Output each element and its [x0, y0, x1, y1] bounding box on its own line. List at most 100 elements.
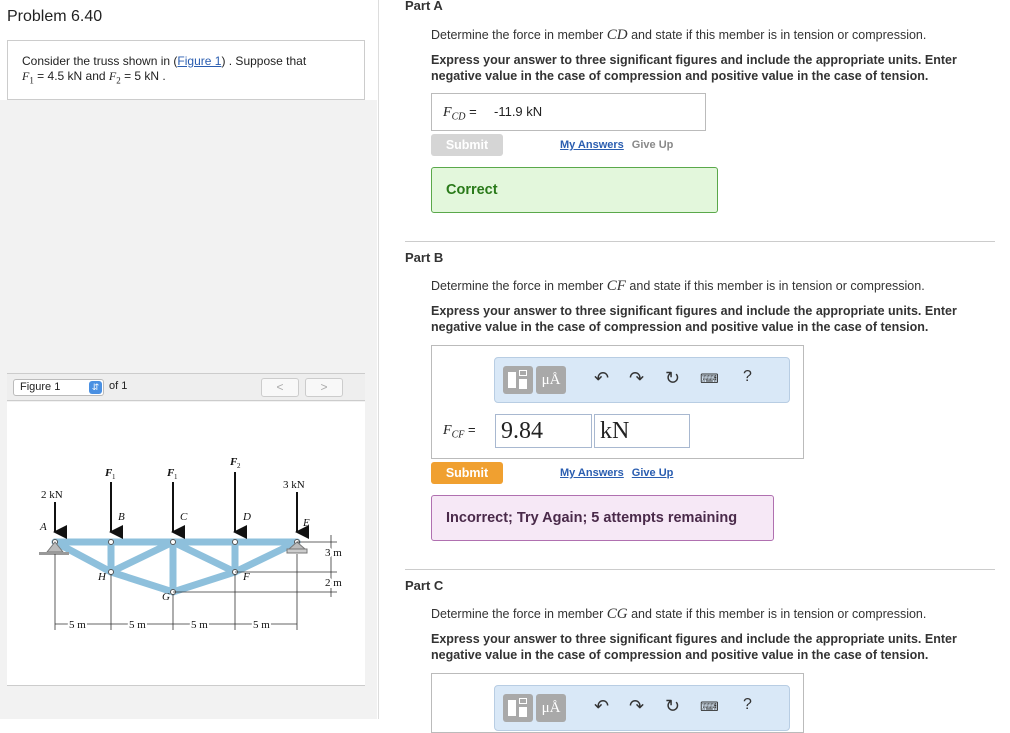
part-a-give-up-link: Give Up [631, 139, 674, 151]
dim-5m-1: 5 m [69, 619, 86, 631]
figure-select-value: Figure 1 [20, 381, 61, 393]
label-sub: CD [451, 111, 466, 123]
label-var: F [443, 423, 452, 438]
prev-figure-button[interactable]: < [261, 378, 299, 397]
figure-link[interactable]: Figure 1 [177, 54, 221, 68]
part-b-math-toolbar: μÅ ↶ ↷ ↻ ⌨ ? [494, 357, 790, 403]
part-a-title: Part A [405, 0, 443, 13]
member-hc [107, 538, 177, 576]
problem-title: Problem 6.40 [7, 8, 103, 25]
node-c: C [180, 511, 188, 523]
part-a-label: FCD = [443, 104, 477, 123]
figure-count: of 1 [109, 380, 128, 392]
truss-members [51, 538, 301, 596]
node-a: A [39, 521, 47, 533]
member-cf [169, 538, 239, 576]
dim-2m: 2 m [325, 577, 342, 589]
f2-value: = 5 kN . [120, 69, 166, 83]
help-icon[interactable]: ? [743, 368, 752, 386]
select-spinner-icon: ⇵ [89, 381, 102, 394]
part-b-value-input[interactable]: 9.84 [495, 414, 592, 448]
node-b: B [118, 511, 125, 523]
undo-icon[interactable]: ↶ [594, 696, 609, 717]
part-a-links: My Answers Give Up [560, 139, 673, 151]
figure-image: 2 kN F 1 F 1 F 2 3 kN A B C D E F G H 5 … [7, 402, 365, 685]
figure-toolbar: Figure 1 ⇵ of 1 < > [7, 373, 365, 401]
part-c-instructions: Express your answer to three significant… [431, 632, 957, 662]
problem-panel: Problem 6.40 Consider the truss shown in… [0, 0, 378, 719]
question-text: Determine the force in member [431, 279, 607, 293]
redo-icon[interactable]: ↷ [629, 696, 644, 717]
node-d: D [242, 511, 251, 523]
member-name: CD [606, 27, 628, 43]
node-h: H [97, 571, 107, 583]
load-f1b-sub: 1 [174, 473, 178, 481]
part-b-instructions: Express your answer to three significant… [431, 304, 957, 334]
part-c-math-toolbar: μÅ ↶ ↷ ↻ ⌨ ? [494, 685, 790, 731]
label-sub: CF [451, 429, 465, 441]
part-b-label: FCF = [443, 422, 476, 441]
template-icon[interactable] [503, 366, 533, 394]
question-text-2: and state if this member is in tension o… [625, 279, 925, 293]
part-b-give-up-link[interactable]: Give Up [632, 467, 674, 479]
units-mu-button[interactable]: μÅ [536, 366, 566, 394]
next-figure-button[interactable]: > [305, 378, 343, 397]
part-a-answer-box: FCD = -11.9 kN [431, 93, 706, 131]
part-a-answer-value: -11.9 kN [494, 104, 543, 119]
figure-footer [7, 685, 365, 719]
part-b-feedback-incorrect: Incorrect; Try Again; 5 attempts remaini… [431, 495, 774, 541]
dim-5m-2: 5 m [129, 619, 146, 631]
part-b-links: My Answers Give Up [560, 467, 681, 479]
question-text-2: and state if this member is in tension o… [627, 607, 927, 621]
node-g: G [162, 591, 170, 603]
column-divider [378, 0, 379, 719]
part-b-question: Determine the force in member CF and sta… [431, 278, 925, 295]
statement-text-2: ) . Suppose that [221, 54, 307, 68]
redo-icon[interactable]: ↷ [629, 368, 644, 389]
problem-statement: Consider the truss shown in (Figure 1) .… [7, 40, 365, 100]
load-2kn: 2 kN [41, 489, 63, 501]
question-text-2: and state if this member is in tension o… [627, 28, 927, 42]
part-b-my-answers-link[interactable]: My Answers [560, 467, 624, 479]
member-name: CG [606, 606, 628, 622]
dim-5m-3: 5 m [191, 619, 208, 631]
part-b-title: Part B [405, 250, 444, 265]
truss-figure: 2 kN F 1 F 1 F 2 3 kN A B C D E F G H 5 … [39, 456, 344, 633]
undo-icon[interactable]: ↶ [594, 368, 609, 389]
part-b-answer-box: μÅ ↶ ↷ ↻ ⌨ ? FCF = 9.84 kN [431, 345, 804, 459]
question-text: Determine the force in member [431, 28, 607, 42]
part-divider [405, 241, 995, 242]
part-c-title: Part C [405, 578, 444, 593]
part-divider [405, 569, 995, 570]
node-e: E [302, 517, 310, 529]
statement-text: Consider the truss shown in ( [22, 54, 178, 68]
part-a-my-answers-link[interactable]: My Answers [560, 139, 624, 151]
dim-5m-4: 5 m [253, 619, 270, 631]
keyboard-icon[interactable]: ⌨ [700, 699, 719, 715]
part-a-submit-button[interactable]: Submit [431, 134, 503, 156]
figure-select[interactable]: Figure 1 ⇵ [13, 379, 104, 396]
parts-panel: Part A Determine the force in member CD … [380, 0, 1010, 733]
help-icon[interactable]: ? [743, 696, 752, 714]
part-c-answer-box: μÅ ↶ ↷ ↻ ⌨ ? [431, 673, 804, 733]
reset-icon[interactable]: ↻ [665, 368, 680, 389]
part-a-instructions: Express your answer to three significant… [431, 53, 957, 83]
label-equals: = [465, 104, 477, 119]
part-b-units-input[interactable]: kN [594, 414, 690, 448]
f1-value: = 4.5 kN and [33, 69, 109, 83]
part-b-submit-button[interactable]: Submit [431, 462, 503, 484]
label-var: F [443, 105, 452, 120]
template-icon[interactable] [503, 694, 533, 722]
part-a-question: Determine the force in member CD and sta… [431, 27, 926, 44]
node-f: F [242, 571, 250, 583]
label-equals: = [464, 422, 476, 437]
load-f1a-sub: 1 [112, 473, 116, 481]
question-text: Determine the force in member [431, 607, 607, 621]
keyboard-icon[interactable]: ⌨ [700, 371, 719, 387]
units-mu-button[interactable]: μÅ [536, 694, 566, 722]
load-f2-sub: 2 [237, 462, 241, 470]
reset-icon[interactable]: ↻ [665, 696, 680, 717]
part-a-feedback-correct: Correct [431, 167, 718, 213]
load-3kn: 3 kN [283, 479, 305, 491]
dim-3m: 3 m [325, 547, 342, 559]
